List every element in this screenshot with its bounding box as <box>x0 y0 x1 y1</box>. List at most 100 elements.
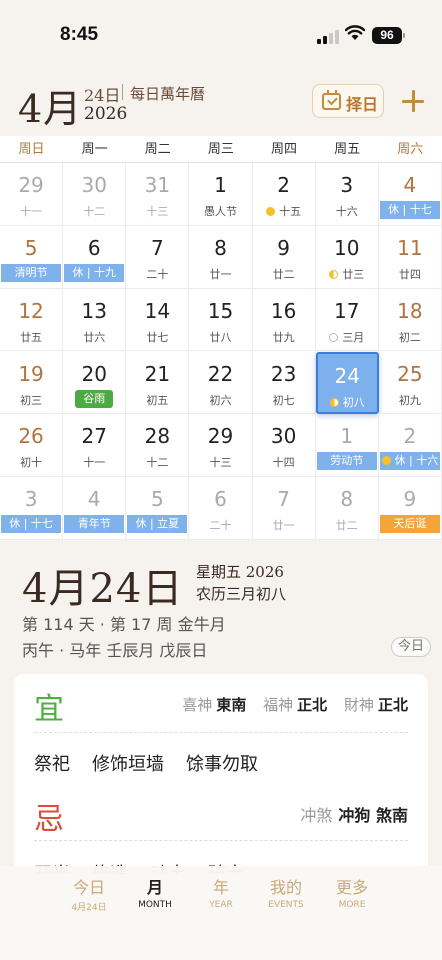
calendar-day-cell[interactable]: 25 初九 <box>378 351 442 415</box>
weekday-header: 周日 周一 周二 周三 周四 周五 周六 <box>0 136 442 163</box>
calendar-day-cell[interactable]: 29 十三 <box>189 414 253 478</box>
calendar-day-cell[interactable]: 12 廿五 <box>0 288 64 352</box>
calendar-day-cell[interactable]: 18 初二 <box>378 288 442 352</box>
calendar-day-cell[interactable]: 10 廿三 <box>315 225 379 289</box>
calendar-day-cell[interactable]: 31 十三 <box>126 163 190 226</box>
calendar-day-cell[interactable]: 2 十五 <box>252 163 316 226</box>
tab-sublabel: MONTH <box>138 900 172 910</box>
day-sub-label: 休 | 十九 <box>72 265 117 279</box>
tab-bar: 今日 4月24日 月 MONTH 年 YEAR 我的 EVENTS 更多 MOR… <box>0 866 442 960</box>
calendar-day-cell[interactable]: 16 廿九 <box>252 288 316 352</box>
calendar-day-cell[interactable]: 3 十六 <box>315 163 379 226</box>
day-sub-label: 廿五 <box>20 330 43 344</box>
god-direction: 正北 <box>297 696 328 714</box>
calendar-day-cell[interactable]: 30 十二 <box>63 163 127 226</box>
chong-value: 冲狗 煞南 <box>338 806 408 825</box>
calendar-day-cell[interactable]: 1 劳动节 <box>315 414 379 478</box>
pick-day-button[interactable]: 择日 <box>312 84 384 118</box>
lunar-day: 廿七 <box>126 329 188 345</box>
day-sub-label: 十一 <box>20 205 43 218</box>
calendar-day-cell[interactable]: 20 谷雨 <box>63 351 127 415</box>
add-event-icon[interactable] <box>402 90 424 112</box>
tab-today[interactable]: 今日 4月24日 <box>54 874 124 913</box>
gods-directions: 喜神 東南 福神 正北 財神 正北 <box>170 694 408 715</box>
tab-month[interactable]: 月 MONTH <box>120 874 190 910</box>
holiday-tag: 天后诞 <box>379 515 440 534</box>
calendar-day-cell[interactable]: 3 休 | 十七 <box>0 477 64 540</box>
holiday-tag: 青年节 <box>64 515 125 534</box>
weekday-thu: 周四 <box>271 142 298 157</box>
calendar-day-cell[interactable]: 1 愚人节 <box>189 163 253 226</box>
calendar-day-cell[interactable]: 27 十一 <box>63 414 127 478</box>
header-month: 4月 <box>18 87 83 131</box>
calendar-day-cell[interactable]: 29 十一 <box>0 163 64 226</box>
calendar-day-cell[interactable]: 6 二十 <box>189 477 253 540</box>
day-sub-label: 初十 <box>20 456 43 470</box>
chong-label: 冲煞 <box>300 806 333 825</box>
calendar-day-cell[interactable]: 6 休 | 十九 <box>63 225 127 289</box>
header-year: 2026 <box>84 104 128 124</box>
lunar-day: 初六 <box>189 392 251 408</box>
day-number: 30 <box>270 424 297 449</box>
tab-year[interactable]: 年 YEAR <box>186 874 256 910</box>
calendar-day-cell[interactable]: 17 三月 <box>315 288 379 352</box>
lunar-day: 十二 <box>63 203 125 219</box>
calendar-day-cell[interactable]: 2 休 | 十六 <box>378 414 442 478</box>
app-name: 每日萬年曆 <box>130 85 206 103</box>
day-number: 1 <box>214 173 227 197</box>
calendar-day-cell[interactable]: 7 廿一 <box>252 477 316 540</box>
tab-label: 我的 <box>269 878 302 897</box>
day-number: 7 <box>277 487 290 512</box>
calendar-day-cell[interactable]: 5 清明节 <box>0 225 64 289</box>
day-sub-label: 廿一 <box>209 267 232 281</box>
today-button[interactable]: 今日 <box>391 637 431 657</box>
day-sub-label: 青年节 <box>77 517 111 531</box>
calendar-day-cell[interactable]: 23 初七 <box>252 351 316 415</box>
calendar-day-cell[interactable]: 13 廿六 <box>63 288 127 352</box>
calendar-day-cell[interactable]: 22 初六 <box>189 351 253 415</box>
calendar-day-cell[interactable]: 11 廿四 <box>378 225 442 289</box>
calendar-day-cell[interactable]: 21 初五 <box>126 351 190 415</box>
tab-sublabel: 4月24日 <box>71 903 107 913</box>
calendar-day-cell[interactable]: 30 十四 <box>252 414 316 478</box>
calendar-day-cell[interactable]: 24 初八 <box>315 351 379 415</box>
tab-sublabel: EVENTS <box>268 900 304 910</box>
calendar-day-cell[interactable]: 4 青年节 <box>63 477 127 540</box>
god-label: 喜神 <box>182 696 213 714</box>
calendar-day-cell[interactable]: 28 十二 <box>126 414 190 478</box>
calendar-day-cell[interactable]: 15 廿八 <box>189 288 253 352</box>
day-number: 25 <box>397 361 423 386</box>
wifi-icon <box>345 25 365 40</box>
tab-label: 今日 <box>72 878 105 897</box>
holiday-tag: 谷雨 <box>75 389 114 408</box>
calendar-day-cell[interactable]: 9 廿二 <box>252 225 316 289</box>
day-number: 23 <box>270 361 297 386</box>
day-sub-label: 二十 <box>146 267 169 281</box>
calendar-day-cell[interactable]: 7 二十 <box>126 225 190 289</box>
tab-events[interactable]: 我的 EVENTS <box>251 874 321 910</box>
lunar-day: 十三 <box>189 454 251 470</box>
day-sub-label: 二十 <box>209 519 232 533</box>
calendar-day-cell[interactable]: 8 廿二 <box>315 477 379 540</box>
day-number: 6 <box>87 235 101 260</box>
lunar-day: 三月 <box>316 329 378 345</box>
calendar-day-cell[interactable]: 26 初十 <box>0 414 64 478</box>
detail-lunar-date: 农历三月初八 <box>196 585 287 603</box>
calendar-day-cell[interactable]: 5 休 | 立夏 <box>126 477 190 540</box>
day-number: 5 <box>24 235 38 260</box>
calendar-day-cell[interactable]: 14 廿七 <box>126 288 190 352</box>
holiday-tag: 休 | 十七 <box>379 201 440 219</box>
holiday-tag: 休 | 十六 <box>379 452 440 471</box>
tab-more[interactable]: 更多 MORE <box>317 874 387 910</box>
lunar-day: 初十 <box>0 454 62 470</box>
calendar-day-cell[interactable]: 9 天后诞 <box>378 477 442 540</box>
calendar-day-cell[interactable]: 19 初三 <box>0 351 64 415</box>
lunar-day: 十一 <box>0 203 62 219</box>
day-sub-label: 廿三 <box>342 267 365 281</box>
yi-item: 修饰垣墙 <box>92 754 164 775</box>
calendar-day-cell[interactable]: 4 休 | 十七 <box>378 163 442 226</box>
god-label: 福神 <box>263 696 294 714</box>
day-number: 3 <box>24 487 38 512</box>
calendar-day-cell[interactable]: 8 廿一 <box>189 225 253 289</box>
god-label: 財神 <box>343 696 374 714</box>
